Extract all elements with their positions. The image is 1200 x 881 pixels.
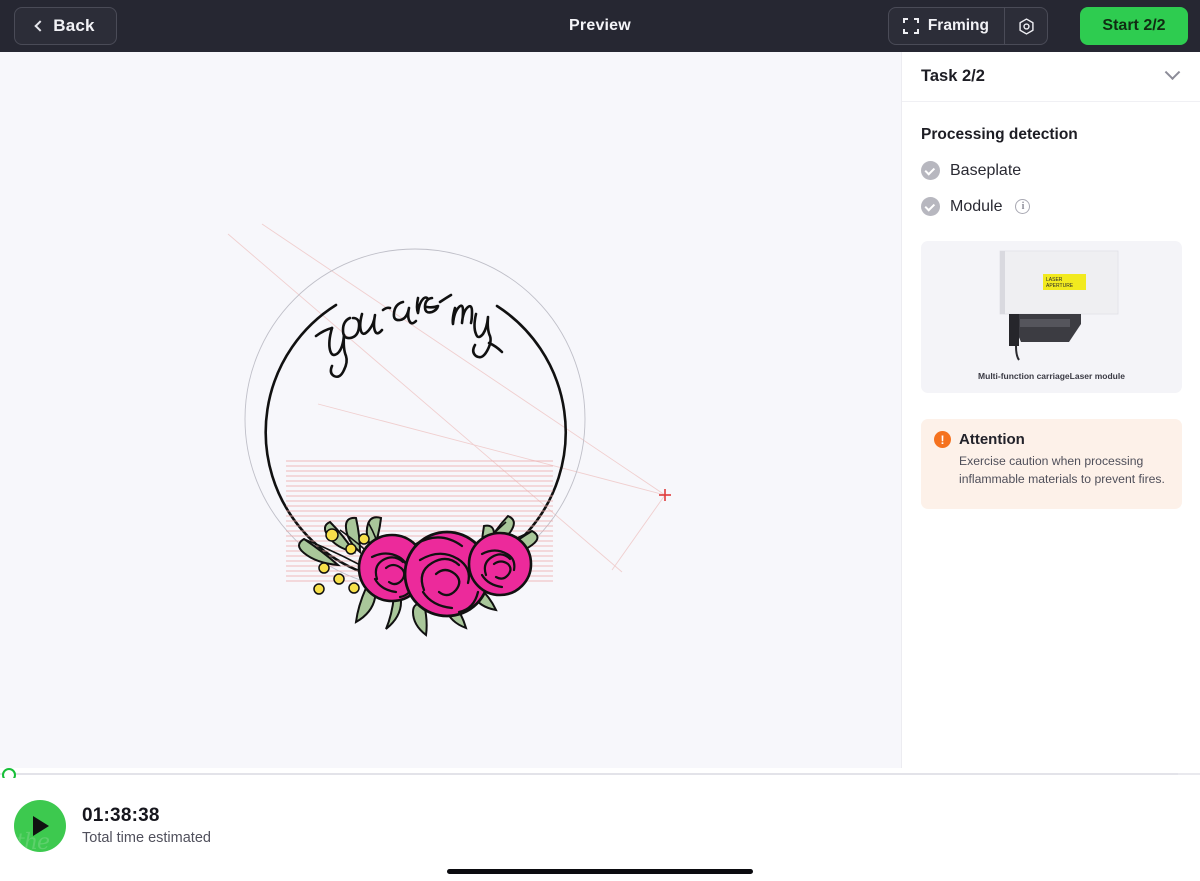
detection-item-baseplate: Baseplate [921,161,1200,180]
chevron-down-icon[interactable] [1164,64,1181,81]
laser-module-card: LASER APERTURE Multi-function carriageLa… [921,241,1182,393]
play-button[interactable]: the [14,800,66,852]
artwork-preview [227,223,671,637]
check-circle-icon [921,197,940,216]
artwork-script-text [314,293,504,379]
preview-canvas[interactable] [0,52,901,768]
aperture-gear-icon [1018,17,1034,35]
task-title: Task 2/2 [921,67,985,85]
progress-fill [0,773,1178,775]
detection-item-label: Module [950,197,1003,215]
preview-screen: Back Preview Framing Start 2/2 Task 2/2 … [0,0,1200,881]
estimated-time-block: 01:38:38 Total time estimated [82,805,211,846]
framing-button-label: Framing [927,17,989,34]
attention-panel: ! Attention Exercise caution when proces… [921,419,1182,509]
timeline-progress[interactable] [0,768,1200,778]
task-header[interactable]: Task 2/2 [902,52,1200,102]
chevron-left-icon [34,20,46,32]
framing-group: Framing [887,7,1048,45]
start-button[interactable]: Start 2/2 [1080,7,1188,45]
aperture-settings-button[interactable] [1005,8,1047,44]
check-circle-icon [921,161,940,180]
back-button[interactable]: Back [14,7,117,45]
attention-header: ! Attention [934,431,1168,448]
back-button-label: Back [53,16,95,35]
framing-button[interactable]: Framing [889,8,1004,44]
info-icon[interactable]: i [1015,199,1031,214]
page-title-label: Preview [569,17,631,34]
origin-crosshair-icon [659,489,671,501]
rose-right [467,531,533,597]
detection-item-label: Baseplate [950,161,1022,179]
start-button-label: Start 2/2 [1102,17,1166,34]
task-sidebar: Task 2/2 Processing detection Baseplate … [901,52,1200,768]
laser-module-caption: Multi-function carriageLaser module [978,371,1125,381]
detection-item-module: Module i [921,197,1200,216]
aperture-label-line2: APERTURE [1046,283,1074,289]
processing-detection-title: Processing detection [921,126,1078,143]
attention-body: Exercise caution when processing inflamm… [959,454,1165,486]
play-icon [33,816,49,836]
framing-brackets-icon [902,18,919,34]
playback-footer: the 01:38:38 Total time estimated Previe… [0,778,1200,881]
warning-icon: ! [934,431,951,448]
attention-title: Attention [959,431,1025,448]
total-time-label: Total time estimated [82,830,211,846]
floral-artwork [298,514,539,637]
home-indicator [447,869,753,874]
top-bar: Back Preview Framing Start 2/2 [0,0,1200,52]
total-time-value: 01:38:38 [82,805,160,826]
